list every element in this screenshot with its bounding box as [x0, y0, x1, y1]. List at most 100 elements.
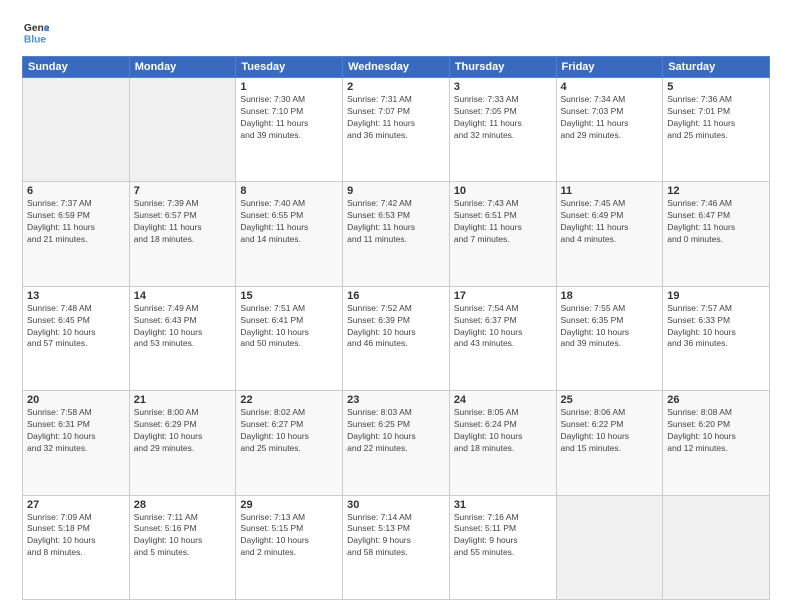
day-cell: 20Sunrise: 7:58 AM Sunset: 6:31 PM Dayli… [23, 391, 130, 495]
day-info: Sunrise: 8:05 AM Sunset: 6:24 PM Dayligh… [454, 407, 552, 455]
day-info: Sunrise: 8:03 AM Sunset: 6:25 PM Dayligh… [347, 407, 445, 455]
day-number: 1 [240, 81, 338, 93]
day-info: Sunrise: 7:43 AM Sunset: 6:51 PM Dayligh… [454, 198, 552, 246]
day-cell: 8Sunrise: 7:40 AM Sunset: 6:55 PM Daylig… [236, 182, 343, 286]
day-cell: 4Sunrise: 7:34 AM Sunset: 7:03 PM Daylig… [556, 78, 663, 182]
day-number: 4 [561, 81, 659, 93]
week-row-3: 13Sunrise: 7:48 AM Sunset: 6:45 PM Dayli… [23, 286, 770, 390]
day-number: 14 [134, 290, 232, 302]
day-info: Sunrise: 7:31 AM Sunset: 7:07 PM Dayligh… [347, 94, 445, 142]
day-cell: 10Sunrise: 7:43 AM Sunset: 6:51 PM Dayli… [449, 182, 556, 286]
day-info: Sunrise: 7:51 AM Sunset: 6:41 PM Dayligh… [240, 303, 338, 351]
day-cell: 28Sunrise: 7:11 AM Sunset: 5:16 PM Dayli… [129, 495, 236, 599]
day-cell: 30Sunrise: 7:14 AM Sunset: 5:13 PM Dayli… [343, 495, 450, 599]
day-cell: 27Sunrise: 7:09 AM Sunset: 5:18 PM Dayli… [23, 495, 130, 599]
day-info: Sunrise: 7:39 AM Sunset: 6:57 PM Dayligh… [134, 198, 232, 246]
day-info: Sunrise: 7:54 AM Sunset: 6:37 PM Dayligh… [454, 303, 552, 351]
day-info: Sunrise: 8:08 AM Sunset: 6:20 PM Dayligh… [667, 407, 765, 455]
page: General Blue SundayMondayTuesdayWednesda… [0, 0, 792, 612]
day-number: 18 [561, 290, 659, 302]
day-info: Sunrise: 8:06 AM Sunset: 6:22 PM Dayligh… [561, 407, 659, 455]
week-row-5: 27Sunrise: 7:09 AM Sunset: 5:18 PM Dayli… [23, 495, 770, 599]
day-number: 24 [454, 394, 552, 406]
day-info: Sunrise: 7:48 AM Sunset: 6:45 PM Dayligh… [27, 303, 125, 351]
calendar-table: SundayMondayTuesdayWednesdayThursdayFrid… [22, 56, 770, 600]
logo: General Blue [22, 18, 50, 46]
day-cell: 14Sunrise: 7:49 AM Sunset: 6:43 PM Dayli… [129, 286, 236, 390]
day-number: 23 [347, 394, 445, 406]
day-info: Sunrise: 7:49 AM Sunset: 6:43 PM Dayligh… [134, 303, 232, 351]
day-cell: 2Sunrise: 7:31 AM Sunset: 7:07 PM Daylig… [343, 78, 450, 182]
day-number: 31 [454, 499, 552, 511]
day-number: 5 [667, 81, 765, 93]
week-row-4: 20Sunrise: 7:58 AM Sunset: 6:31 PM Dayli… [23, 391, 770, 495]
header: General Blue [22, 18, 770, 46]
day-number: 26 [667, 394, 765, 406]
logo-icon: General Blue [22, 18, 50, 46]
day-number: 3 [454, 81, 552, 93]
day-info: Sunrise: 7:16 AM Sunset: 5:11 PM Dayligh… [454, 512, 552, 560]
day-cell: 22Sunrise: 8:02 AM Sunset: 6:27 PM Dayli… [236, 391, 343, 495]
day-number: 21 [134, 394, 232, 406]
day-info: Sunrise: 7:46 AM Sunset: 6:47 PM Dayligh… [667, 198, 765, 246]
day-number: 13 [27, 290, 125, 302]
day-info: Sunrise: 7:37 AM Sunset: 6:59 PM Dayligh… [27, 198, 125, 246]
day-cell: 5Sunrise: 7:36 AM Sunset: 7:01 PM Daylig… [663, 78, 770, 182]
day-cell: 6Sunrise: 7:37 AM Sunset: 6:59 PM Daylig… [23, 182, 130, 286]
day-cell: 16Sunrise: 7:52 AM Sunset: 6:39 PM Dayli… [343, 286, 450, 390]
day-cell: 17Sunrise: 7:54 AM Sunset: 6:37 PM Dayli… [449, 286, 556, 390]
day-cell [663, 495, 770, 599]
day-cell: 7Sunrise: 7:39 AM Sunset: 6:57 PM Daylig… [129, 182, 236, 286]
svg-text:Blue: Blue [24, 34, 47, 45]
weekday-header-saturday: Saturday [663, 57, 770, 78]
day-cell: 11Sunrise: 7:45 AM Sunset: 6:49 PM Dayli… [556, 182, 663, 286]
day-number: 20 [27, 394, 125, 406]
day-number: 2 [347, 81, 445, 93]
week-row-1: 1Sunrise: 7:30 AM Sunset: 7:10 PM Daylig… [23, 78, 770, 182]
day-number: 22 [240, 394, 338, 406]
weekday-header-thursday: Thursday [449, 57, 556, 78]
day-cell: 29Sunrise: 7:13 AM Sunset: 5:15 PM Dayli… [236, 495, 343, 599]
day-info: Sunrise: 7:36 AM Sunset: 7:01 PM Dayligh… [667, 94, 765, 142]
day-info: Sunrise: 7:52 AM Sunset: 6:39 PM Dayligh… [347, 303, 445, 351]
day-cell: 13Sunrise: 7:48 AM Sunset: 6:45 PM Dayli… [23, 286, 130, 390]
day-cell [23, 78, 130, 182]
day-number: 27 [27, 499, 125, 511]
day-info: Sunrise: 7:58 AM Sunset: 6:31 PM Dayligh… [27, 407, 125, 455]
day-info: Sunrise: 7:33 AM Sunset: 7:05 PM Dayligh… [454, 94, 552, 142]
day-cell: 24Sunrise: 8:05 AM Sunset: 6:24 PM Dayli… [449, 391, 556, 495]
day-info: Sunrise: 7:11 AM Sunset: 5:16 PM Dayligh… [134, 512, 232, 560]
day-cell: 26Sunrise: 8:08 AM Sunset: 6:20 PM Dayli… [663, 391, 770, 495]
day-number: 17 [454, 290, 552, 302]
day-cell: 1Sunrise: 7:30 AM Sunset: 7:10 PM Daylig… [236, 78, 343, 182]
day-info: Sunrise: 8:00 AM Sunset: 6:29 PM Dayligh… [134, 407, 232, 455]
weekday-header-friday: Friday [556, 57, 663, 78]
day-number: 10 [454, 185, 552, 197]
day-cell: 3Sunrise: 7:33 AM Sunset: 7:05 PM Daylig… [449, 78, 556, 182]
weekday-header-sunday: Sunday [23, 57, 130, 78]
day-number: 8 [240, 185, 338, 197]
day-info: Sunrise: 7:45 AM Sunset: 6:49 PM Dayligh… [561, 198, 659, 246]
day-info: Sunrise: 7:42 AM Sunset: 6:53 PM Dayligh… [347, 198, 445, 246]
day-info: Sunrise: 7:13 AM Sunset: 5:15 PM Dayligh… [240, 512, 338, 560]
weekday-header-wednesday: Wednesday [343, 57, 450, 78]
day-info: Sunrise: 7:40 AM Sunset: 6:55 PM Dayligh… [240, 198, 338, 246]
day-number: 7 [134, 185, 232, 197]
weekday-header-row: SundayMondayTuesdayWednesdayThursdayFrid… [23, 57, 770, 78]
day-cell [556, 495, 663, 599]
day-number: 9 [347, 185, 445, 197]
day-number: 6 [27, 185, 125, 197]
day-info: Sunrise: 7:55 AM Sunset: 6:35 PM Dayligh… [561, 303, 659, 351]
day-cell: 23Sunrise: 8:03 AM Sunset: 6:25 PM Dayli… [343, 391, 450, 495]
week-row-2: 6Sunrise: 7:37 AM Sunset: 6:59 PM Daylig… [23, 182, 770, 286]
day-cell: 19Sunrise: 7:57 AM Sunset: 6:33 PM Dayli… [663, 286, 770, 390]
day-number: 16 [347, 290, 445, 302]
day-info: Sunrise: 7:14 AM Sunset: 5:13 PM Dayligh… [347, 512, 445, 560]
day-cell: 31Sunrise: 7:16 AM Sunset: 5:11 PM Dayli… [449, 495, 556, 599]
day-info: Sunrise: 7:34 AM Sunset: 7:03 PM Dayligh… [561, 94, 659, 142]
day-cell: 21Sunrise: 8:00 AM Sunset: 6:29 PM Dayli… [129, 391, 236, 495]
weekday-header-tuesday: Tuesday [236, 57, 343, 78]
day-number: 19 [667, 290, 765, 302]
day-cell: 12Sunrise: 7:46 AM Sunset: 6:47 PM Dayli… [663, 182, 770, 286]
day-info: Sunrise: 7:57 AM Sunset: 6:33 PM Dayligh… [667, 303, 765, 351]
